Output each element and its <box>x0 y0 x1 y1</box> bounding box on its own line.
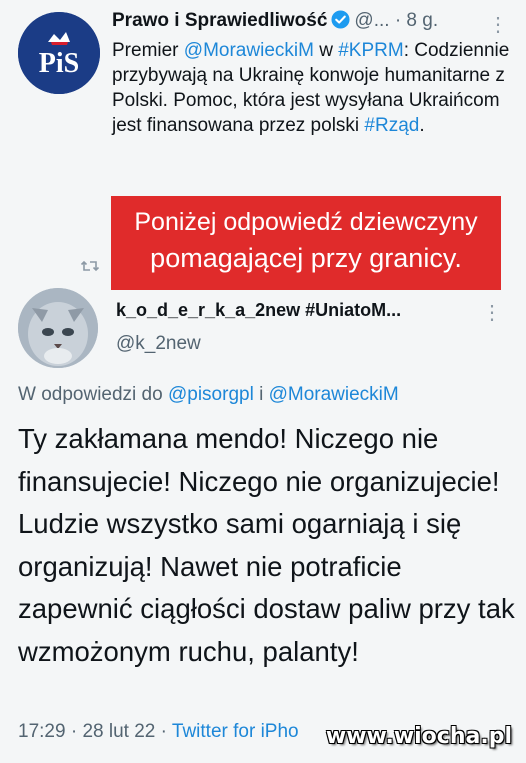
reply-display-name[interactable]: k_o_d_e_r_k_a_2new #UniatoM... <box>116 300 401 321</box>
banner-line-2: pomagającej przy granicy. <box>150 243 462 273</box>
top-tweet-text: Premier @MorawieckiM w #KPRM: Codziennie… <box>112 38 512 138</box>
reply-mention-1[interactable]: @pisorgpl <box>168 384 254 405</box>
pis-logo-text: PiS <box>39 48 79 79</box>
user-avatar[interactable] <box>18 288 98 368</box>
top-display-name[interactable]: Prawo i Sprawiedliwość <box>112 10 327 31</box>
tweet-source[interactable]: Twitter for iPho <box>172 721 299 742</box>
separator-dot: · <box>394 10 402 31</box>
reply-mention-2[interactable]: @MorawieckiM <box>269 384 399 405</box>
top-tweet-header: Prawo i Sprawiedliwość @... · 8 g. <box>112 10 512 38</box>
top-tweet-text-segment: Premier <box>112 40 184 61</box>
reply-more-menu-icon[interactable]: ⋮ <box>482 300 502 325</box>
pis-logo-icon: PiS <box>18 12 100 94</box>
top-tweet-link[interactable]: #Rząd <box>364 115 419 136</box>
verified-badge-icon <box>331 10 350 35</box>
tweet-date[interactable]: 28 lut 22 <box>82 721 155 742</box>
top-more-menu-icon[interactable]: ⋮ <box>488 12 508 37</box>
red-caption-banner: Poniżej odpowiedź dziewczyny pomagającej… <box>111 196 501 290</box>
banner-line-1: Poniżej odpowiedź dziewczyny <box>134 208 478 236</box>
tweet-meta: 17:29 · 28 lut 22 · Twitter for iPho <box>18 721 299 743</box>
top-tweet-link[interactable]: @MorawieckiM <box>184 40 314 61</box>
reply-joiner: i <box>253 384 269 405</box>
top-tweet-text-segment: . <box>419 115 425 136</box>
top-tweet-link[interactable]: #KPRM <box>338 40 403 61</box>
reply-handle[interactable]: @k_2new <box>116 333 201 355</box>
reply-prefix: W odpowiedzi do <box>18 384 168 405</box>
meta-separator-2: · <box>160 721 167 742</box>
top-handle[interactable]: @... <box>354 10 389 31</box>
cat-avatar-icon <box>18 288 98 368</box>
watermark: www.wiocha.pl <box>325 724 512 749</box>
replying-to-line: W odpowiedzi do @pisorgpl i @MorawieckiM <box>18 384 399 406</box>
pis-avatar[interactable]: PiS <box>18 12 100 94</box>
meta-separator-1: · <box>70 721 78 742</box>
top-tweet-text-segment: w <box>313 40 339 61</box>
retweet-icon[interactable] <box>80 258 100 274</box>
top-time-ago[interactable]: 8 g. <box>406 10 438 31</box>
reply-tweet-text: Ty zakłamana mendo! Niczego nie finansuj… <box>18 423 515 667</box>
tweet-time[interactable]: 17:29 <box>18 721 66 742</box>
